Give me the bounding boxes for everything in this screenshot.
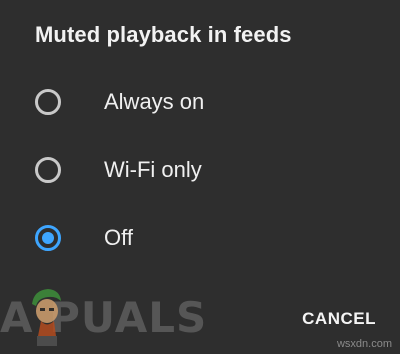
mascot-icon [32,289,61,346]
watermark-logo: A PUALS [0,282,220,354]
option-off[interactable]: Off [0,208,400,268]
cancel-button[interactable]: CANCEL [302,305,376,333]
site-watermark: wsxdn.com [336,338,392,350]
radio-button-unchecked-icon[interactable] [35,89,61,115]
option-label: Wi-Fi only [104,157,202,182]
radio-button-unchecked-icon[interactable] [35,157,61,183]
option-wifi-only[interactable]: Wi-Fi only [0,140,400,200]
radio-dot [42,232,54,244]
option-label: Off [104,225,133,250]
dialog: Muted playback in feeds Always on Wi-Fi … [0,0,400,354]
radio-button-checked-icon[interactable] [35,225,61,251]
option-always-on[interactable]: Always on [0,72,400,132]
option-label: Always on [104,89,205,114]
dialog-title: Muted playback in feeds [35,22,292,47]
